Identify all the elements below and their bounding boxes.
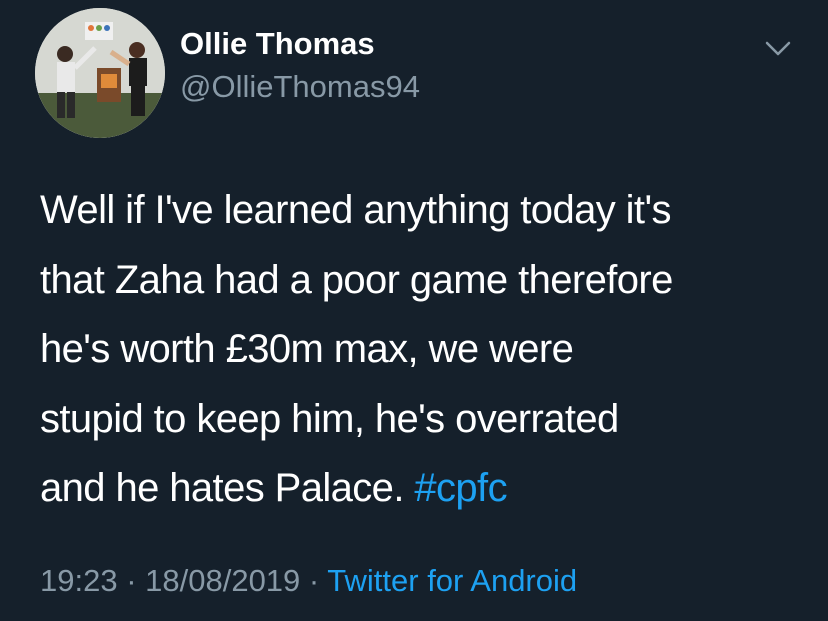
tweet-card: Ollie Thomas @OllieThomas94 Well if I've… <box>0 0 828 621</box>
avatar-photo <box>35 8 165 138</box>
author-handle[interactable]: @OllieThomas94 <box>180 69 420 105</box>
tweet-source-link[interactable]: Twitter for Android <box>327 563 577 598</box>
hashtag-link[interactable]: #cpfc <box>414 466 507 510</box>
tweet-date: 18/08/2019 <box>145 563 301 598</box>
avatar[interactable] <box>35 8 165 138</box>
tweet-text-line: that Zaha had a poor game therefore <box>40 257 673 302</box>
tweet-text-line: he's worth £30m max, we were <box>40 327 574 371</box>
chevron-down-icon[interactable] <box>762 36 794 60</box>
tweet-text: Well if I've learned anything today it's… <box>40 176 810 524</box>
tweet-text-line: and he hates Palace. #cpfc <box>40 454 810 524</box>
tweet-text-line: Well if I've learned anything today it's <box>40 188 671 232</box>
tweet-text-last-line: and he hates Palace. <box>40 466 415 510</box>
tweet-time: 19:23 <box>40 563 118 598</box>
author-display-name[interactable]: Ollie Thomas <box>180 26 375 62</box>
tweet-metadata: 19:23 · 18/08/2019 · Twitter for Android <box>40 563 577 599</box>
separator-dot: · <box>117 563 146 598</box>
tweet-text-line: stupid to keep him, he's overrated <box>40 396 619 441</box>
separator-dot: · <box>300 563 328 598</box>
